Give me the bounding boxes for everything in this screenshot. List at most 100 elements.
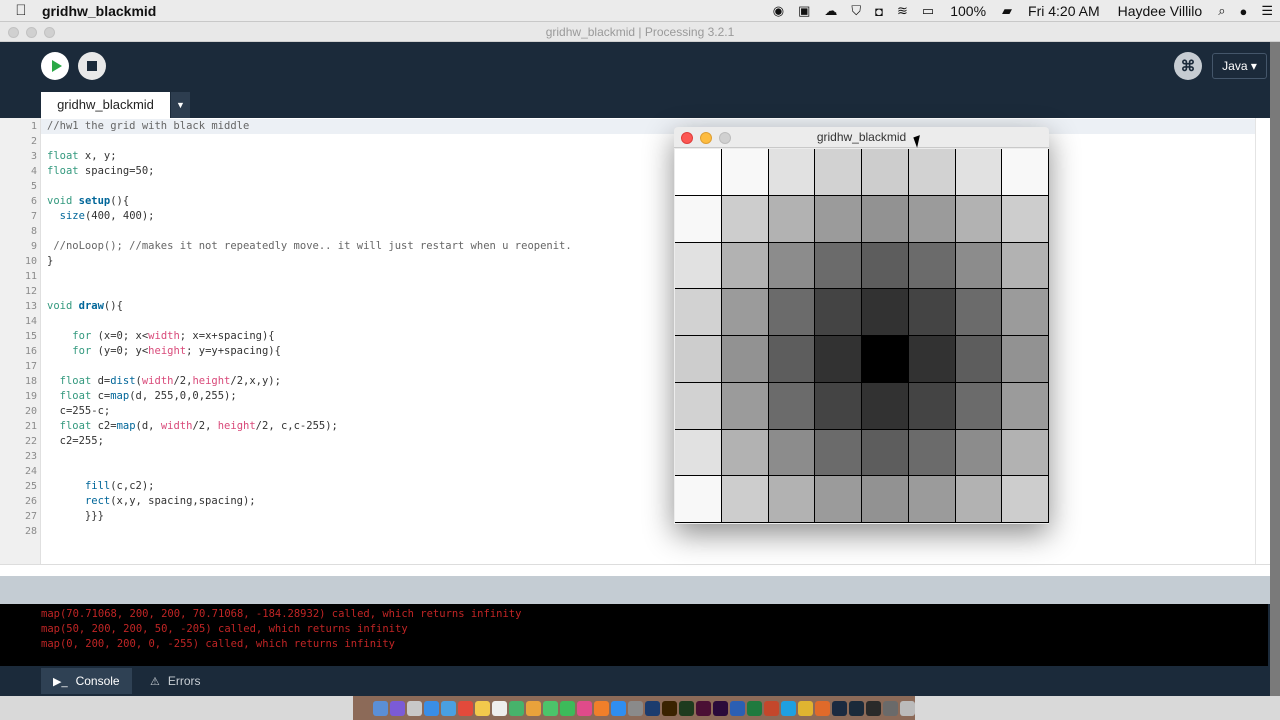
dock-mail-icon[interactable] [441, 700, 456, 716]
grid-cell [815, 382, 862, 430]
battery-icon[interactable]: ▰ [995, 0, 1019, 22]
code-line: //noLoop(); //makes it not repeatedly mo… [53, 240, 572, 252]
dock-excel-icon[interactable] [747, 700, 762, 716]
code-line: void setup(){ [47, 195, 130, 207]
dock-indesign-icon[interactable] [696, 700, 711, 716]
tab-console[interactable]: ▶_ Console [41, 668, 132, 694]
dock-system-icon[interactable] [883, 700, 898, 716]
menu-clock[interactable]: Fri 4:20 AM [1019, 0, 1109, 22]
code-editor[interactable]: 1 2 3 4 5 6 7 8 9 10 11 12 13 14 15 16 17 18 19 20 21 22 23 24 2… [0, 118, 1270, 574]
grid-cell [1002, 195, 1049, 243]
sketch-title-bar[interactable]: gridhw_blackmid [674, 127, 1049, 148]
grid-cell [815, 336, 862, 383]
dock-illustrator-icon[interactable] [662, 700, 677, 716]
menu-user[interactable]: Haydee Villilo [1109, 0, 1212, 22]
line-number: 22 [24, 436, 37, 447]
grid-cell [675, 195, 722, 243]
editor-horizontal-scrollbar[interactable] [0, 564, 1270, 576]
tab-menu-chevron-down-icon[interactable]: ▼ [171, 92, 190, 118]
dock-skype-icon[interactable] [781, 700, 796, 716]
shield-icon[interactable]: ⛉ [844, 0, 868, 22]
line-number: 11 [24, 271, 37, 282]
airplay-icon[interactable]: ▭ [915, 0, 941, 22]
wifi-icon[interactable]: ≋ [890, 0, 915, 22]
dock-chrome-icon[interactable] [798, 700, 813, 716]
grid-cell [1002, 336, 1049, 383]
dock-launchpad-icon[interactable] [407, 700, 422, 716]
editor-tabs: gridhw_blackmid ▼ [0, 91, 1270, 118]
dock-photos-icon[interactable] [526, 700, 541, 716]
dock-reminders-icon[interactable] [492, 700, 507, 716]
editor-vertical-scrollbar[interactable] [1255, 118, 1270, 574]
code-line: size(400, 400); [59, 210, 155, 222]
mode-selector[interactable]: Java ▾ [1212, 53, 1267, 79]
tab-gridhw-blackmid[interactable]: gridhw_blackmid [41, 92, 170, 118]
cloud-icon[interactable]: ☁ [817, 0, 844, 22]
dock-safari-icon[interactable] [424, 700, 439, 716]
minimize-window-icon[interactable] [26, 27, 37, 38]
code-line: //hw1 the grid with black middle [47, 120, 250, 132]
console-output[interactable]: map(70.71068, 200, 200, 70.71068, -184.2… [0, 604, 1268, 666]
dock-facetime-icon[interactable] [560, 700, 575, 716]
stop-button[interactable] [78, 52, 106, 80]
close-window-icon[interactable] [8, 27, 19, 38]
dock-powerpoint-icon[interactable] [764, 700, 779, 716]
app-menu-name[interactable]: gridhw_blackmid [42, 3, 156, 19]
grid-cell [1002, 242, 1049, 290]
sketch-zoom-icon[interactable] [719, 132, 731, 144]
dock-processing-icon[interactable] [849, 700, 864, 716]
console-divider[interactable] [0, 576, 1270, 604]
dock-premiere-icon[interactable] [713, 700, 728, 716]
dock-dreamweaver-icon[interactable] [679, 700, 694, 716]
dock-word-icon[interactable] [730, 700, 745, 716]
line-number: 24 [24, 466, 37, 477]
line-number: 5 [30, 181, 37, 192]
dock-photoshop-icon[interactable] [645, 700, 660, 716]
window-title-bar: gridhw_blackmid | Processing 3.2.1 [0, 22, 1280, 42]
dock-ibooks-icon[interactable] [594, 700, 609, 716]
camera-icon[interactable]: ◘ [868, 0, 890, 22]
grid-cell [862, 336, 909, 383]
sketch-window[interactable]: gridhw_blackmid [674, 127, 1049, 524]
grid-cell [862, 149, 909, 196]
grid-cell [955, 149, 1003, 196]
grid-cell [1002, 149, 1049, 196]
line-number: 7 [30, 211, 37, 222]
dock-trash-icon[interactable] [900, 700, 915, 716]
screen-record-icon[interactable]: ◉ [766, 0, 791, 22]
dock-notes-icon[interactable] [475, 700, 490, 716]
dock-prefs-icon[interactable] [628, 700, 643, 716]
dock-calendar-icon[interactable] [458, 700, 473, 716]
dock-appstore-icon[interactable] [611, 700, 626, 716]
debug-button[interactable]: ⌘ [1174, 52, 1202, 80]
tab-errors[interactable]: ⚠ Errors [138, 668, 213, 694]
battery-percent[interactable]: 100% [941, 0, 995, 22]
notification-center-icon[interactable]: ☰ [1254, 0, 1280, 22]
dock-finder-icon[interactable] [373, 700, 388, 716]
zoom-window-icon[interactable] [44, 27, 55, 38]
dock-maps-icon[interactable] [509, 700, 524, 716]
dock-itunes-icon[interactable] [577, 700, 592, 716]
app-status-icon[interactable]: ▣ [791, 0, 817, 22]
dock-steam-icon[interactable] [832, 700, 847, 716]
dock-quicktime-icon[interactable] [866, 700, 881, 716]
spotlight-search-icon[interactable]: ⌕ [1211, 0, 1232, 22]
run-button[interactable] [41, 52, 69, 80]
sketch-minimize-icon[interactable] [700, 132, 712, 144]
grid-cell [815, 149, 862, 196]
sketch-canvas-grid[interactable] [675, 149, 1049, 523]
grid-cell [721, 336, 769, 383]
apple-menu-icon[interactable]:  [0, 2, 42, 19]
menu-bar:  gridhw_blackmid ◉ ▣ ☁ ⛉ ◘ ≋ ▭ 100% ▰ F… [0, 0, 1280, 22]
code-text[interactable]: //hw1 the grid with black middle float x… [47, 119, 572, 539]
dock-firefox-icon[interactable] [815, 700, 830, 716]
dock-messages-icon[interactable] [543, 700, 558, 716]
siri-icon[interactable]: ● [1232, 0, 1254, 22]
grid-cell [815, 289, 862, 336]
play-icon [51, 60, 62, 72]
sketch-close-icon[interactable] [681, 132, 693, 144]
grid-cell [955, 429, 1003, 477]
dock-siri-icon[interactable] [390, 700, 405, 716]
